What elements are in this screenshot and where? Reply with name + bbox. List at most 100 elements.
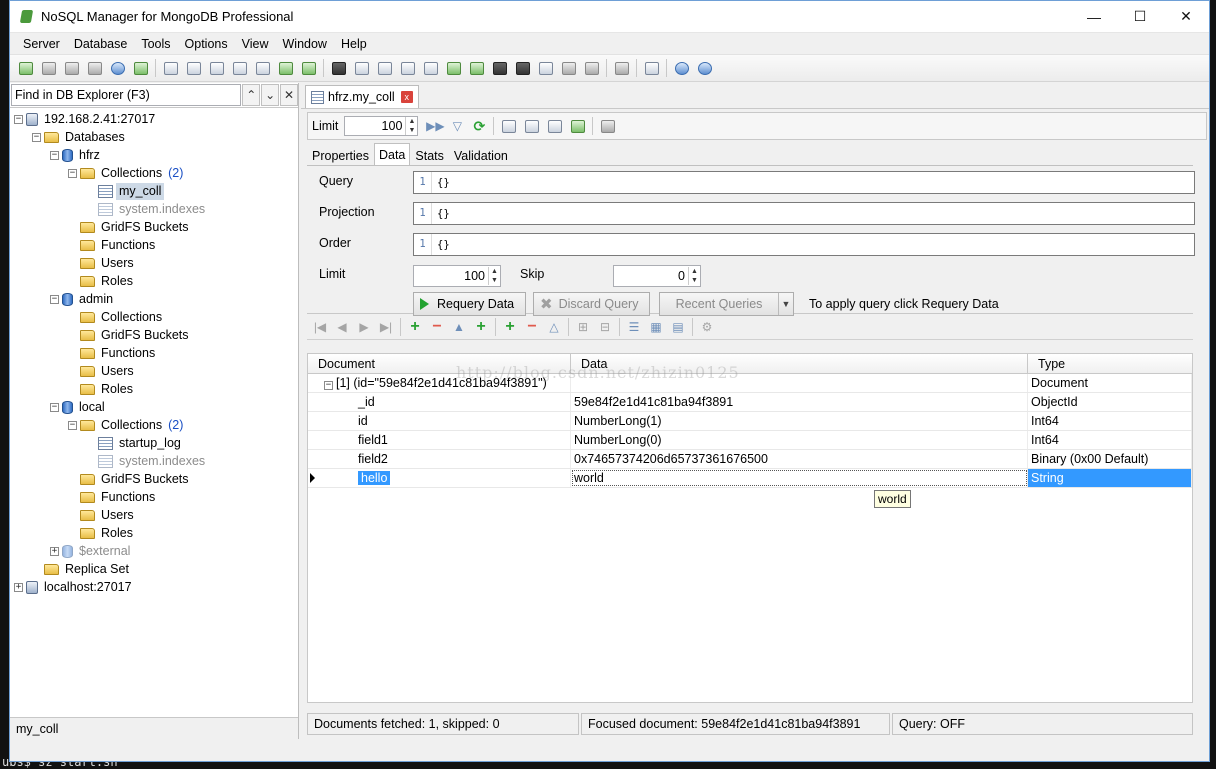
- monitor-icon[interactable]: [513, 58, 533, 78]
- expander-icon[interactable]: −: [68, 168, 77, 178]
- fast-forward-icon[interactable]: ▶▶: [424, 116, 446, 136]
- next-record-icon[interactable]: ▶: [353, 317, 375, 337]
- help-icon[interactable]: [672, 58, 692, 78]
- sql-icon[interactable]: [375, 58, 395, 78]
- tree-node[interactable]: system.indexes: [86, 452, 208, 470]
- maximize-button[interactable]: ☐: [1117, 1, 1163, 32]
- find-in-explorer-input[interactable]: [11, 84, 242, 106]
- disconnect-icon[interactable]: [39, 58, 59, 78]
- document-cell[interactable]: − [1] (id="59e84f2e1d41c81ba94f3891"): [308, 374, 571, 392]
- expander-icon[interactable]: −: [32, 132, 41, 142]
- tree-node[interactable]: Roles: [68, 380, 136, 398]
- tree-node[interactable]: Roles: [68, 272, 136, 290]
- chevron-down-icon[interactable]: ▼: [778, 293, 793, 315]
- user-icon[interactable]: [276, 58, 296, 78]
- linq-icon[interactable]: [421, 58, 441, 78]
- delete-document-icon[interactable]: −: [426, 317, 448, 337]
- add-document-icon[interactable]: +: [404, 317, 426, 337]
- table-row[interactable]: − [1] (id="59e84f2e1d41c81ba94f3891") Docu…: [308, 374, 1192, 393]
- data-cell[interactable]: [571, 374, 1028, 392]
- tree-node[interactable]: + localhost:27017: [14, 578, 135, 596]
- tab-validation[interactable]: Validation: [449, 145, 513, 165]
- last-record-icon[interactable]: ▶|: [375, 317, 397, 337]
- document-cell[interactable]: id: [308, 412, 571, 430]
- tree-node[interactable]: startup_log: [86, 434, 184, 452]
- skip-spinner[interactable]: 0 ▲ ▼: [613, 265, 701, 287]
- window-icon[interactable]: [352, 58, 372, 78]
- table-row[interactable]: _id 59e84f2e1d41c81ba94f3891 ObjectId: [308, 393, 1192, 412]
- requery-data-button[interactable]: Requery Data: [413, 292, 526, 316]
- text-mode-icon[interactable]: ▤: [667, 317, 689, 337]
- prev-record-icon[interactable]: ◀: [331, 317, 353, 337]
- gear-icon[interactable]: [612, 58, 632, 78]
- tree-node[interactable]: − local: [50, 398, 108, 416]
- table-row[interactable]: field2 0x74657374206d65737361676500 Binary…: [308, 450, 1192, 469]
- run-icon[interactable]: [467, 58, 487, 78]
- connect-icon[interactable]: [16, 58, 36, 78]
- screen-icon[interactable]: [642, 58, 662, 78]
- tree-node[interactable]: Users: [68, 506, 137, 524]
- tab-hfrz-my-coll[interactable]: hfrz.my_coll x: [305, 85, 419, 108]
- first-record-icon[interactable]: |◀: [309, 317, 331, 337]
- expander-icon[interactable]: −: [324, 381, 333, 390]
- order-editor[interactable]: 1 {}: [413, 233, 1195, 256]
- info-icon[interactable]: [695, 58, 715, 78]
- console-icon[interactable]: [490, 58, 510, 78]
- tree-node[interactable]: GridFS Buckets: [68, 218, 192, 236]
- projection-text[interactable]: {}: [437, 208, 450, 220]
- tree-view-icon[interactable]: [522, 116, 542, 136]
- expander-icon[interactable]: −: [14, 114, 23, 124]
- data-cell[interactable]: world: [571, 469, 1028, 487]
- find-prev-button[interactable]: ⌃: [242, 84, 261, 106]
- type-cell[interactable]: Int64: [1028, 431, 1192, 449]
- new-database-icon[interactable]: [161, 58, 181, 78]
- remove-field-icon[interactable]: −: [521, 317, 543, 337]
- collection-properties-icon[interactable]: [207, 58, 227, 78]
- move-field-icon[interactable]: △: [543, 317, 565, 337]
- edit-document-icon[interactable]: ▲: [448, 317, 470, 337]
- report-icon[interactable]: [536, 58, 556, 78]
- shell-icon[interactable]: [108, 58, 128, 78]
- tree-node[interactable]: system.indexes: [86, 200, 208, 218]
- type-cell[interactable]: Document: [1028, 374, 1192, 392]
- tree-node[interactable]: − Collections (2): [68, 416, 183, 434]
- menu-server[interactable]: Server: [16, 33, 67, 55]
- limit-field-arrows[interactable]: ▲ ▼: [488, 267, 500, 285]
- table-row[interactable]: field1 NumberLong(0) Int64: [308, 431, 1192, 450]
- column-type[interactable]: Type: [1028, 354, 1192, 373]
- tab-close-icon[interactable]: x: [400, 91, 413, 103]
- close-button[interactable]: ✕: [1163, 1, 1209, 32]
- document-cell[interactable]: _id: [308, 393, 571, 411]
- users-icon[interactable]: [299, 58, 319, 78]
- expander-icon[interactable]: −: [68, 420, 77, 430]
- limit-field-spinner[interactable]: 100 ▲ ▼: [413, 265, 501, 287]
- limit-value[interactable]: 100: [345, 119, 405, 133]
- minimize-button[interactable]: —: [1071, 1, 1117, 32]
- find-next-button[interactable]: ⌄: [261, 84, 280, 106]
- column-document[interactable]: Document: [308, 354, 571, 373]
- type-cell[interactable]: String: [1028, 469, 1192, 487]
- tree-node[interactable]: Collections: [68, 308, 165, 326]
- limit-spin-arrows[interactable]: ▲ ▼: [405, 117, 417, 135]
- tree-node[interactable]: Replica Set: [32, 560, 132, 578]
- projection-editor[interactable]: 1 {}: [413, 202, 1195, 225]
- menu-window[interactable]: Window: [276, 33, 334, 55]
- document-cell[interactable]: hello: [308, 469, 571, 487]
- expander-icon[interactable]: −: [50, 294, 59, 304]
- expander-icon[interactable]: +: [14, 582, 23, 592]
- menu-database[interactable]: Database: [67, 33, 135, 55]
- document-cell[interactable]: field1: [308, 431, 571, 449]
- gridfs-icon[interactable]: [253, 58, 273, 78]
- export-data-icon[interactable]: [568, 116, 588, 136]
- server-icon[interactable]: [62, 58, 82, 78]
- menu-options[interactable]: Options: [178, 33, 235, 55]
- copy-icon[interactable]: [559, 58, 579, 78]
- collapse-all-icon[interactable]: ⊟: [594, 317, 616, 337]
- tree-node[interactable]: Functions: [68, 488, 158, 506]
- data-cell[interactable]: 0x74657374206d65737361676500: [571, 450, 1028, 468]
- insert-child-icon[interactable]: +: [499, 317, 521, 337]
- tree-node[interactable]: GridFS Buckets: [68, 326, 192, 344]
- expander-icon[interactable]: −: [50, 402, 59, 412]
- menu-help[interactable]: Help: [334, 33, 374, 55]
- import-icon[interactable]: [230, 58, 250, 78]
